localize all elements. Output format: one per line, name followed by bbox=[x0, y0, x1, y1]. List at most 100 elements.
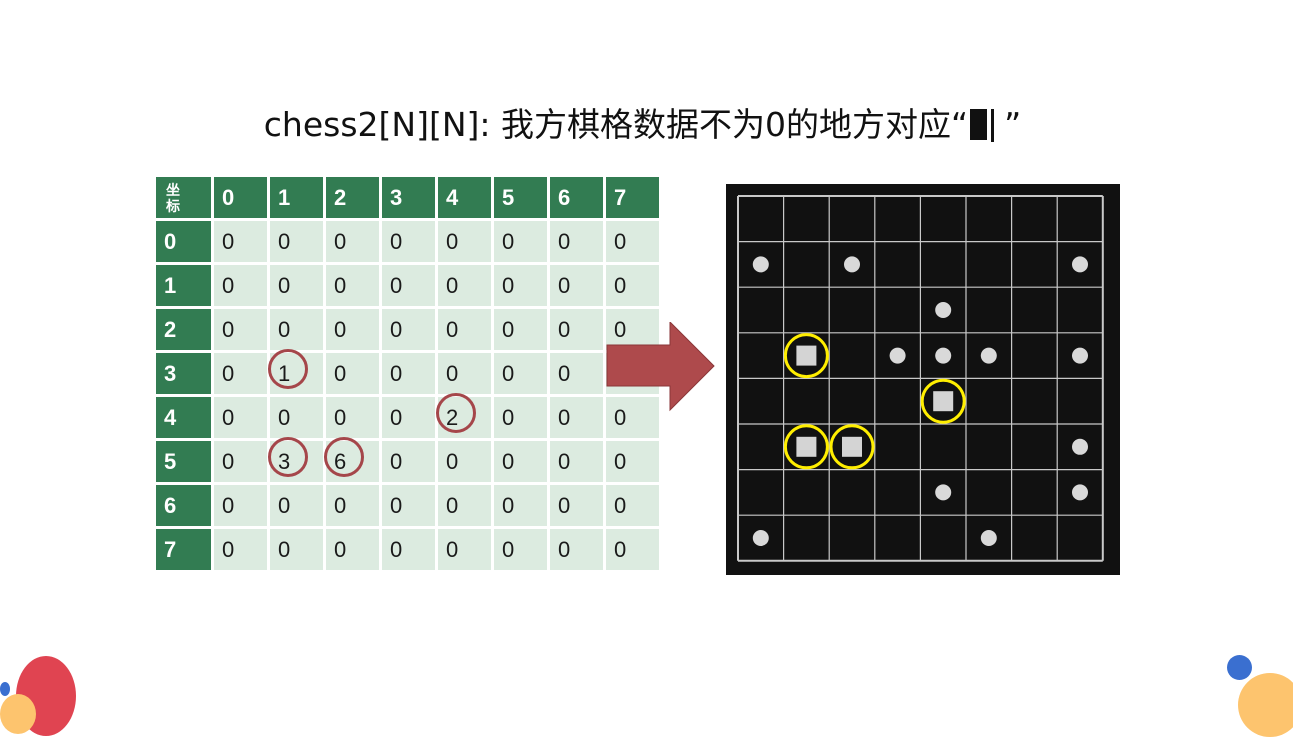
table-cell: 0 bbox=[211, 350, 270, 397]
table-cell: 0 bbox=[603, 262, 662, 309]
table-cell: 0 bbox=[491, 262, 550, 309]
cell-value: 0 bbox=[390, 448, 403, 474]
cell-value: 0 bbox=[502, 448, 515, 474]
table-row: 200000000 bbox=[153, 306, 662, 353]
cell-value: 0 bbox=[390, 360, 403, 386]
right-arrow-icon bbox=[606, 322, 715, 412]
table-cell: 0 bbox=[491, 350, 550, 397]
table-cell: 0 bbox=[379, 394, 438, 441]
table-header-row: 坐标01234567 bbox=[153, 174, 662, 221]
corner-label: 坐标 bbox=[153, 174, 214, 221]
table-cell: 3 bbox=[267, 437, 326, 485]
table-cell: 0 bbox=[323, 526, 382, 573]
cell-value: 0 bbox=[278, 228, 291, 254]
cell-value: 0 bbox=[222, 272, 235, 298]
cursor-bar-icon bbox=[991, 109, 995, 142]
cell-value: 0 bbox=[558, 404, 571, 430]
cell-value: 0 bbox=[390, 316, 403, 342]
cell-value: 0 bbox=[614, 448, 627, 474]
cell-value: 0 bbox=[614, 492, 627, 518]
row-header: 4 bbox=[153, 394, 214, 441]
table-cell: 0 bbox=[379, 526, 438, 573]
cell-value: 0 bbox=[446, 316, 459, 342]
table-cell: 0 bbox=[547, 262, 606, 309]
table-cell: 2 bbox=[435, 393, 494, 441]
table-cell: 0 bbox=[211, 526, 270, 573]
table-cell: 0 bbox=[211, 306, 270, 353]
cell-value: 0 bbox=[502, 316, 515, 342]
cell-value: 0 bbox=[558, 228, 571, 254]
table-cell: 0 bbox=[547, 394, 606, 441]
title-text: chess2[N][N]: 我方棋格数据不为0的地方对应“ bbox=[263, 105, 969, 144]
table-row: 100000000 bbox=[153, 262, 662, 309]
cell-value: 0 bbox=[334, 404, 347, 430]
table-cell: 0 bbox=[267, 218, 326, 265]
board-dot bbox=[935, 302, 952, 318]
table-cell: 0 bbox=[491, 218, 550, 265]
table-cell: 0 bbox=[379, 262, 438, 309]
table-row: 700000000 bbox=[153, 526, 662, 573]
table-cell: 0 bbox=[323, 350, 382, 397]
table-cell: 1 bbox=[267, 349, 326, 397]
cell-value: 0 bbox=[334, 492, 347, 518]
cell-value: 0 bbox=[614, 228, 627, 254]
highlight-circle bbox=[268, 349, 308, 389]
table-row: 301000000 bbox=[153, 349, 662, 397]
table-cell: 0 bbox=[323, 482, 382, 529]
table-row: 400002000 bbox=[153, 393, 662, 441]
table-cell: 0 bbox=[267, 526, 326, 573]
decoration-circle-yellow bbox=[1238, 673, 1293, 737]
board-dot bbox=[1072, 484, 1088, 501]
cell-value: 0 bbox=[334, 536, 347, 562]
table-cell: 0 bbox=[547, 526, 606, 573]
table-cell: 6 bbox=[323, 437, 382, 485]
piece-square bbox=[842, 436, 862, 457]
row-header: 6 bbox=[153, 482, 214, 529]
table-cell: 0 bbox=[379, 482, 438, 529]
table-row: 503600000 bbox=[153, 437, 662, 485]
cell-value: 0 bbox=[502, 404, 515, 430]
cell-value: 0 bbox=[222, 404, 235, 430]
cell-value: 0 bbox=[614, 536, 627, 562]
board-dot bbox=[1072, 438, 1088, 455]
block-glyph-icon bbox=[970, 109, 988, 140]
cell-value: 0 bbox=[502, 492, 515, 518]
table-cell: 0 bbox=[435, 482, 494, 529]
table-cell: 0 bbox=[211, 394, 270, 441]
table-cell: 0 bbox=[491, 394, 550, 441]
table-cell: 0 bbox=[211, 218, 270, 265]
board-dot bbox=[1072, 347, 1088, 364]
row-header: 0 bbox=[153, 218, 214, 265]
piece-square bbox=[933, 391, 954, 412]
row-header: 5 bbox=[153, 438, 214, 485]
table-cell: 0 bbox=[547, 438, 606, 485]
decoration-dot-blue bbox=[1227, 655, 1252, 680]
board-dot bbox=[844, 256, 860, 273]
table-cell: 0 bbox=[267, 262, 326, 309]
cell-value: 0 bbox=[278, 272, 291, 298]
column-header: 3 bbox=[379, 174, 438, 221]
table-cell: 0 bbox=[267, 482, 326, 529]
table-cell: 0 bbox=[267, 394, 326, 441]
board-dot bbox=[1072, 256, 1088, 273]
cell-value: 0 bbox=[334, 272, 347, 298]
cell-value: 0 bbox=[446, 272, 459, 298]
decoration-dot-blue bbox=[0, 682, 10, 696]
cell-value: 0 bbox=[390, 404, 403, 430]
table-cell: 0 bbox=[547, 306, 606, 353]
cell-value: 0 bbox=[222, 536, 235, 562]
cell-value: 0 bbox=[446, 492, 459, 518]
table-cell: 0 bbox=[547, 218, 606, 265]
cell-value: 0 bbox=[222, 492, 235, 518]
column-header: 7 bbox=[603, 174, 662, 221]
cell-value: 0 bbox=[390, 492, 403, 518]
table-cell: 0 bbox=[323, 262, 382, 309]
cell-value: 0 bbox=[502, 536, 515, 562]
cell-value: 0 bbox=[278, 492, 291, 518]
cell-value: 0 bbox=[222, 228, 235, 254]
cell-value: 0 bbox=[390, 228, 403, 254]
table-cell: 0 bbox=[603, 438, 662, 485]
cell-value: 0 bbox=[502, 360, 515, 386]
column-header: 0 bbox=[211, 174, 270, 221]
highlight-circle bbox=[324, 437, 364, 477]
